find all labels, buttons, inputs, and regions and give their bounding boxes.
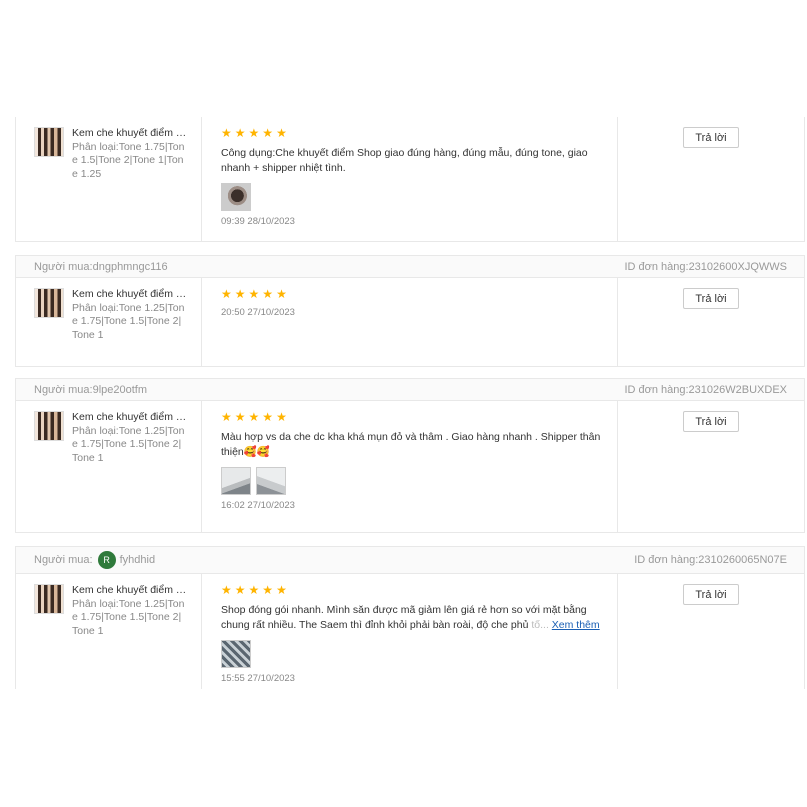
- review-list: Kem che khuyết điểm The Saem Cover Perfe…: [0, 117, 807, 689]
- review-time: 09:39 28/10/2023: [221, 216, 295, 227]
- star-icon: ★: [234, 583, 246, 597]
- product-variant: Phân loại:Tone 1.25|Tone 1.75|Tone 1.5|T…: [72, 301, 185, 341]
- star-icon: ★: [276, 126, 287, 140]
- product-name[interactable]: Kem che khuyết điểm The Saem Cover Perfe…: [72, 584, 187, 598]
- see-more-link[interactable]: Xem thêm: [552, 619, 600, 631]
- star-icon: ★: [276, 583, 287, 597]
- review-content: ★ ★ ★ ★ ★ Công dụng:Che khuyết điểm Shop…: [202, 117, 618, 241]
- product-variant: Phân loại:Tone 1.25|Tone 1.75|Tone 1.5|T…: [72, 424, 185, 464]
- star-icon: ★: [262, 583, 274, 597]
- product-name[interactable]: Kem che khuyết điểm The Saem Cover Perfe…: [72, 411, 187, 425]
- reply-button[interactable]: Trả lời: [683, 584, 739, 605]
- product-cell: Kem che khuyết điểm The Saem Cover Perfe…: [16, 401, 202, 533]
- order-id-label: ID đơn hàng:: [624, 383, 689, 396]
- product-variant: Phân loại:Tone 1.75|Tone 1.5|Tone 2|Tone…: [72, 140, 185, 180]
- review-photo[interactable]: [221, 467, 251, 495]
- product-variant: Phân loại:Tone 1.25|Tone 1.75|Tone 1.5|T…: [72, 597, 185, 637]
- review-text-body: Màu hợp vs da che dc kha khá mụn đỏ và t…: [221, 431, 601, 458]
- review-card: Kem che khuyết điểm The Saem Cover Perfe…: [15, 117, 805, 242]
- review-photo[interactable]: [221, 640, 251, 668]
- rating-stars: ★ ★ ★ ★ ★: [221, 411, 617, 423]
- heart-eyes-emoji-icon: 🥰🥰: [243, 446, 270, 458]
- buyer-name[interactable]: dngphmngc116: [93, 261, 168, 273]
- product-cell: Kem che khuyết điểm The Saem Cover Perfe…: [16, 278, 202, 367]
- buyer-label: Người mua:: [34, 383, 93, 396]
- star-icon: ★: [221, 410, 232, 424]
- order-id[interactable]: 231026W2BUXDEX: [689, 384, 787, 396]
- review-text-truncated: tố...: [531, 619, 549, 631]
- reply-button[interactable]: Trả lời: [683, 127, 739, 148]
- star-icon: ★: [248, 410, 260, 424]
- product-thumbnail[interactable]: [34, 584, 64, 614]
- star-icon: ★: [262, 287, 274, 301]
- review-card: Người mua: 9lpe20otfm ID đơn hàng:231026…: [15, 378, 805, 533]
- buyer-label: Người mua:: [34, 554, 93, 566]
- buyer-name[interactable]: 9lpe20otfm: [93, 384, 147, 396]
- star-icon: ★: [234, 287, 246, 301]
- star-icon: ★: [221, 287, 232, 301]
- review-time: 16:02 27/10/2023: [221, 500, 295, 511]
- star-icon: ★: [262, 126, 274, 140]
- review-header: Người mua: dngphmngc116 ID đơn hàng:2310…: [16, 256, 804, 278]
- review-photo[interactable]: [221, 183, 251, 211]
- order-id[interactable]: 23102600XJQWWS: [689, 261, 787, 273]
- review-card: Người mua: dngphmngc116 ID đơn hàng:2310…: [15, 255, 805, 367]
- product-thumbnail[interactable]: [34, 411, 64, 441]
- star-icon: ★: [234, 410, 246, 424]
- star-icon: ★: [276, 287, 287, 301]
- star-icon: ★: [276, 410, 287, 424]
- star-icon: ★: [221, 126, 232, 140]
- review-card: Người mua: R fyhdhid ID đơn hàng:2310260…: [15, 546, 805, 689]
- review-time: 15:55 27/10/2023: [221, 673, 295, 684]
- product-name[interactable]: Kem che khuyết điểm The Saem Cover Perfe…: [72, 288, 187, 302]
- review-text: Shop đóng gói nhanh. Mình săn được mã gi…: [221, 603, 601, 633]
- review-header: Người mua: R fyhdhid ID đơn hàng:2310260…: [16, 547, 804, 574]
- review-content: ★ ★ ★ ★ ★ Màu hợp vs da che dc kha khá m…: [202, 401, 618, 533]
- review-content: ★ ★ ★ ★ ★ 20:50 27/10/2023: [202, 278, 618, 367]
- star-icon: ★: [248, 583, 260, 597]
- reply-button[interactable]: Trả lời: [683, 288, 739, 309]
- review-photo[interactable]: [256, 467, 286, 495]
- order-id-label: ID đơn hàng:: [624, 260, 689, 273]
- review-time: 20:50 27/10/2023: [221, 307, 295, 318]
- order-id[interactable]: 2310260065N07E: [698, 554, 787, 566]
- buyer-name[interactable]: fyhdhid: [120, 554, 155, 566]
- star-icon: ★: [221, 583, 232, 597]
- buyer-label: Người mua:: [34, 260, 93, 273]
- review-text: Màu hợp vs da che dc kha khá mụn đỏ và t…: [221, 430, 601, 460]
- rating-stars: ★ ★ ★ ★ ★: [221, 584, 617, 596]
- rating-stars: ★ ★ ★ ★ ★: [221, 127, 617, 139]
- product-cell: Kem che khuyết điểm The Saem Cover Perfe…: [16, 574, 202, 689]
- product-cell: Kem che khuyết điểm The Saem Cover Perfe…: [16, 117, 202, 241]
- rating-stars: ★ ★ ★ ★ ★: [221, 288, 617, 300]
- order-id-label: ID đơn hàng:: [634, 554, 699, 566]
- star-icon: ★: [262, 410, 274, 424]
- review-text: Công dụng:Che khuyết điểm Shop giao đúng…: [221, 147, 588, 174]
- star-icon: ★: [248, 287, 260, 301]
- reply-button[interactable]: Trả lời: [683, 411, 739, 432]
- review-header: Người mua: 9lpe20otfm ID đơn hàng:231026…: [16, 379, 804, 401]
- buyer-avatar[interactable]: R: [97, 551, 116, 569]
- product-thumbnail[interactable]: [34, 288, 64, 318]
- star-icon: ★: [234, 126, 246, 140]
- review-content: ★ ★ ★ ★ ★ Shop đóng gói nhanh. Mình săn …: [202, 574, 618, 689]
- star-icon: ★: [248, 126, 260, 140]
- product-name[interactable]: Kem che khuyết điểm The Saem Cover Perfe…: [72, 127, 187, 141]
- product-thumbnail[interactable]: [34, 127, 64, 157]
